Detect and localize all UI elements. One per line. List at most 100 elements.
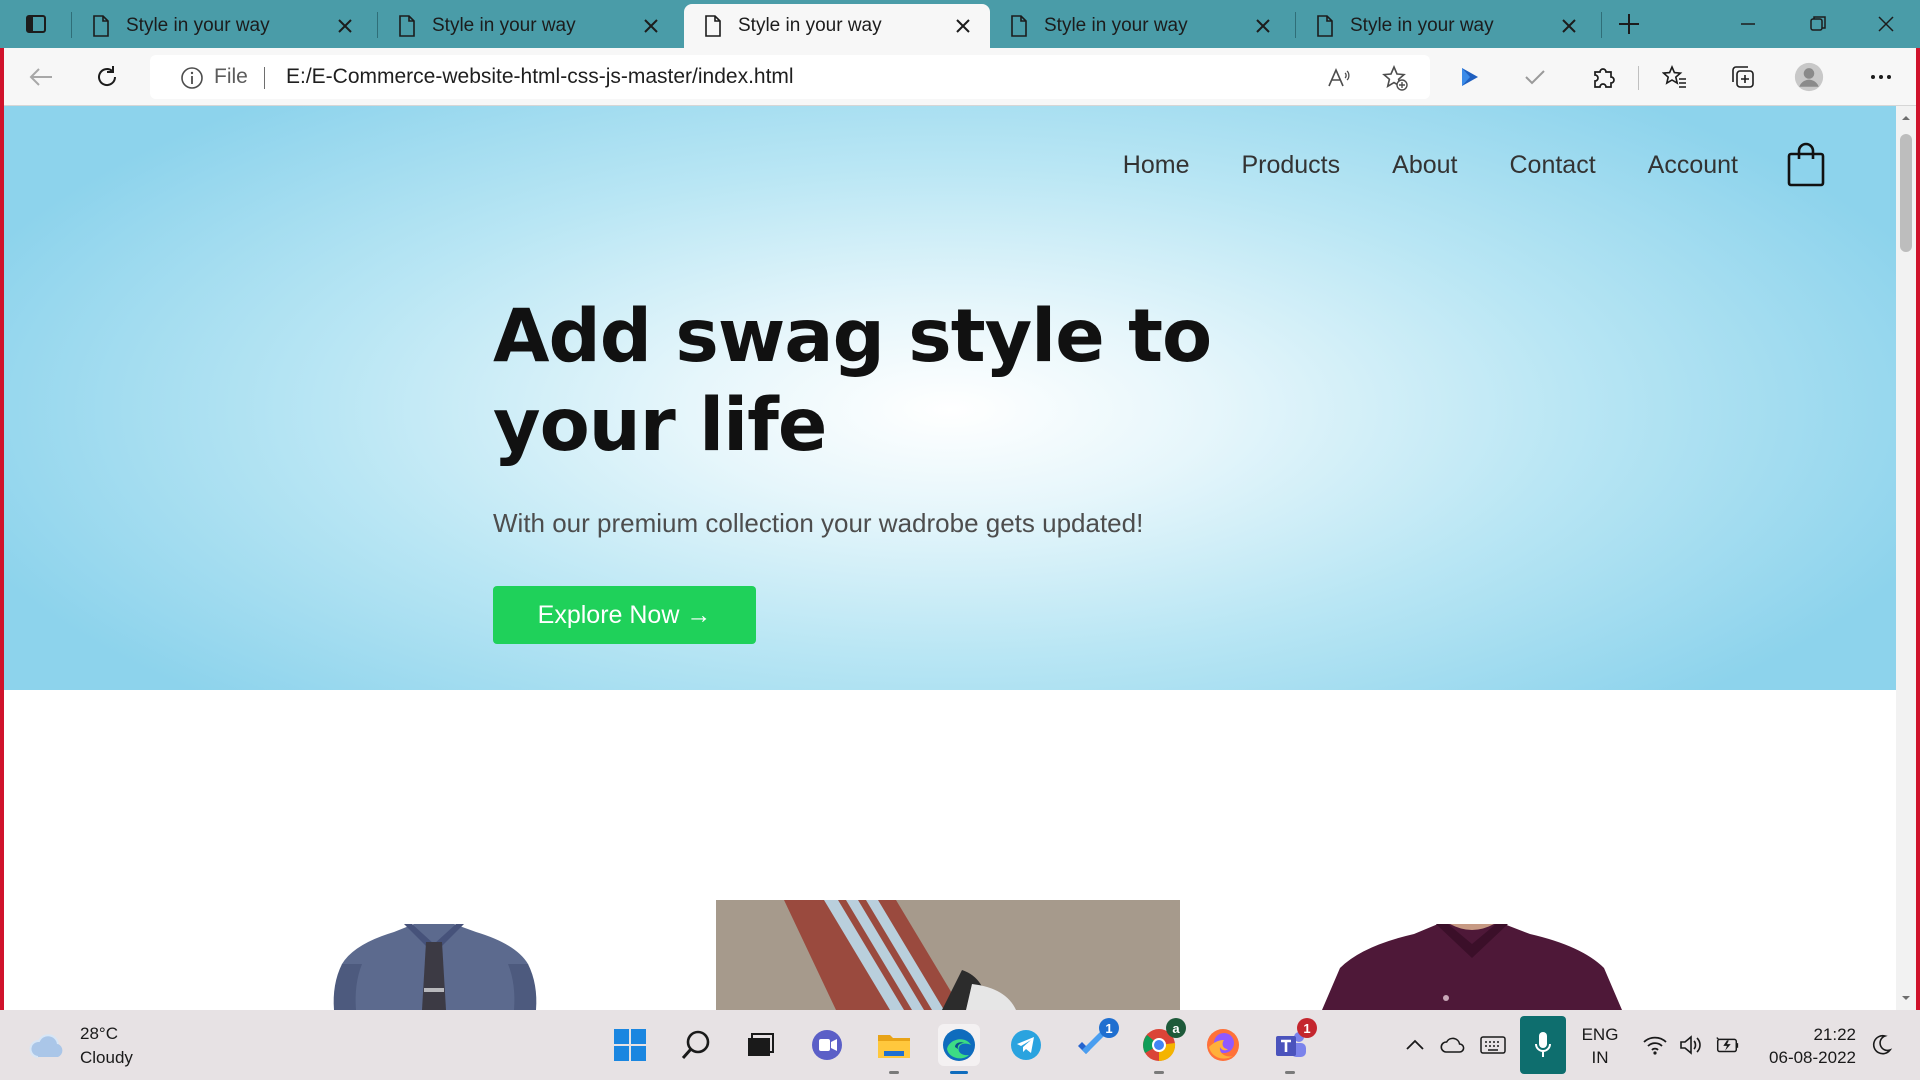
nav-link-account[interactable]: Account (1648, 151, 1738, 180)
featured-products (4, 690, 1896, 1010)
teams-button[interactable]: 1 (1269, 1018, 1317, 1074)
todo-button[interactable]: 1 (1071, 1018, 1119, 1066)
address-bar[interactable]: File E:/E-Commerce-website-html-css-js-m… (150, 55, 1430, 99)
close-icon[interactable] (954, 17, 972, 35)
product-image-track-pants[interactable] (716, 900, 1180, 1010)
weather-widget[interactable]: 28°C Cloudy (28, 1022, 133, 1070)
speaker-icon (1680, 1035, 1701, 1055)
volume-button[interactable] (1678, 1032, 1704, 1058)
page-icon (1317, 15, 1333, 37)
info-icon[interactable] (180, 66, 204, 90)
language-region: IN (1591, 1048, 1609, 1067)
browser-tab[interactable]: Style in your way (72, 4, 372, 48)
browser-tab[interactable]: Style in your way (1296, 4, 1596, 48)
meet-chat-button[interactable] (806, 1024, 848, 1066)
play-extension-button[interactable] (1454, 62, 1484, 92)
close-icon[interactable] (1560, 17, 1578, 35)
address-scheme: File (214, 65, 248, 88)
meet-chat-icon (812, 1030, 842, 1060)
keyboard-icon (1480, 1036, 1506, 1054)
tab-title: Style in your way (432, 15, 576, 36)
close-icon[interactable] (1254, 17, 1272, 35)
browser-tab-active[interactable]: Style in your way (684, 4, 990, 48)
add-favorite-icon[interactable] (1382, 65, 1408, 91)
running-indicator (950, 1071, 968, 1074)
profile-button[interactable] (1794, 62, 1824, 92)
read-aloud-icon[interactable] (1326, 65, 1352, 91)
toolbar-separator (1638, 66, 1639, 90)
scroll-thumb[interactable] (1900, 134, 1912, 252)
page-scrollbar[interactable] (1896, 106, 1916, 1010)
task-view-button[interactable] (739, 1024, 781, 1066)
touch-keyboard-button[interactable] (1480, 1032, 1506, 1058)
new-tab-icon[interactable] (1614, 10, 1644, 38)
browser-toolbar: File E:/E-Commerce-website-html-css-js-m… (4, 48, 1916, 106)
product-image-purple-shirt[interactable] (1286, 924, 1658, 1010)
restore-icon[interactable] (1803, 10, 1833, 38)
page-viewport: Home Products About Contact Account Add … (4, 106, 1896, 1010)
wifi-icon (1643, 1036, 1667, 1055)
product-image-blue-shirt[interactable] (284, 924, 584, 1010)
chevron-up-icon (1406, 1039, 1424, 1050)
firefox-button[interactable] (1202, 1024, 1244, 1066)
telegram-icon (1011, 1030, 1041, 1060)
chrome-button[interactable]: a (1138, 1018, 1186, 1074)
hero-title: Add swag style to your life (493, 294, 1212, 468)
task-view-icon (748, 1033, 774, 1056)
collections-icon (1732, 66, 1754, 88)
cloud-icon (29, 1034, 63, 1058)
more-menu-button[interactable] (1866, 62, 1896, 92)
edge-browser-button[interactable] (938, 1024, 980, 1074)
shopping-bag-icon[interactable] (1786, 142, 1826, 188)
extensions-button[interactable] (1588, 62, 1618, 92)
file-explorer-button[interactable] (873, 1024, 915, 1074)
nav-link-products[interactable]: Products (1241, 151, 1340, 180)
battery-button[interactable] (1714, 1032, 1740, 1058)
microphone-icon (1535, 1032, 1551, 1057)
collections-button[interactable] (1728, 62, 1758, 92)
clock-date: 06-08-2022 (1769, 1048, 1856, 1067)
page-icon (1011, 15, 1027, 37)
tab-actions-button[interactable] (14, 10, 58, 38)
blue-shirt-illustration (333, 924, 537, 1010)
wifi-button[interactable] (1642, 1032, 1668, 1058)
voice-typing-button[interactable] (1520, 1016, 1566, 1074)
scroll-up-icon[interactable] (1900, 112, 1912, 124)
input-language-indicator[interactable]: ENG IN (1580, 1023, 1620, 1069)
start-button[interactable] (609, 1024, 651, 1066)
close-icon[interactable] (336, 17, 354, 35)
refresh-button[interactable] (92, 62, 122, 92)
notifications-button[interactable] (1868, 1032, 1894, 1058)
tab-title: Style in your way (126, 15, 270, 36)
onedrive-button[interactable] (1440, 1032, 1466, 1058)
chrome-profile-badge: a (1166, 1018, 1186, 1038)
favorites-button[interactable] (1660, 62, 1690, 92)
browser-tab[interactable]: Style in your way (378, 4, 678, 48)
check-extension-button[interactable] (1520, 62, 1550, 92)
windows-start-icon (614, 1029, 646, 1061)
nav-link-home[interactable]: Home (1123, 151, 1190, 180)
telegram-button[interactable] (1005, 1024, 1047, 1066)
system-clock[interactable]: 21:22 06-08-2022 (1760, 1023, 1856, 1069)
address-url[interactable]: E:/E-Commerce-website-html-css-js-master… (286, 65, 794, 89)
close-icon[interactable] (642, 17, 660, 35)
back-button[interactable] (26, 62, 56, 92)
more-icon (1871, 75, 1891, 79)
tab-actions-icon (26, 15, 46, 33)
checkmark-icon (1525, 70, 1545, 85)
windows-taskbar: 28°C Cloudy 1 a 1 ENG IN 21:22 06-08-202… (0, 1010, 1920, 1080)
minimize-icon[interactable] (1733, 10, 1763, 38)
running-indicator (889, 1071, 899, 1074)
language-code: ENG (1581, 1025, 1619, 1044)
explore-now-button[interactable]: Explore Now → (493, 586, 756, 644)
nav-link-contact[interactable]: Contact (1509, 151, 1595, 180)
scroll-down-icon[interactable] (1900, 992, 1912, 1004)
search-button[interactable] (675, 1024, 717, 1066)
tab-title: Style in your way (1044, 15, 1188, 36)
battery-charging-icon (1716, 1037, 1739, 1053)
browser-tab[interactable]: Style in your way (990, 4, 1290, 48)
teams-badge: 1 (1297, 1018, 1317, 1038)
close-window-icon[interactable] (1871, 10, 1901, 38)
show-hidden-icons-button[interactable] (1402, 1032, 1428, 1058)
nav-link-about[interactable]: About (1392, 151, 1457, 180)
